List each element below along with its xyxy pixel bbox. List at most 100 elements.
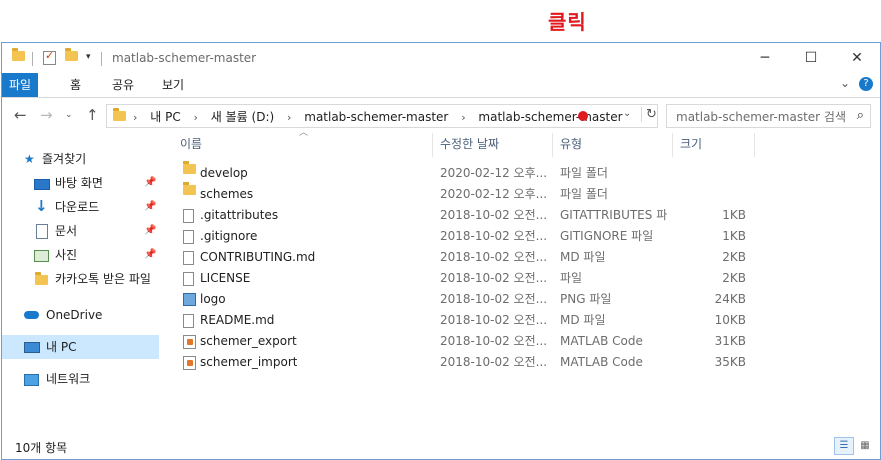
maximize-button[interactable]: ☐ [788, 43, 834, 73]
sidebar-item-label: 문서 [55, 224, 78, 238]
tab-view[interactable]: 보기 [152, 73, 194, 97]
file-date: 2018-10-02 오전... [440, 334, 548, 348]
sidebar-item-pictures[interactable]: 사진 📌 [2, 243, 159, 267]
sidebar-item-desktop[interactable]: 바탕 화면 📌 [2, 171, 159, 195]
star-icon: ★ [24, 152, 35, 166]
file-size: 24KB [714, 292, 746, 306]
pictures-icon [34, 250, 49, 262]
file-icon [183, 314, 194, 328]
search-icon[interactable]: ⌕ [857, 108, 864, 123]
breadcrumb-chevron-icon[interactable]: › [194, 111, 198, 124]
table-row[interactable]: schemer_export 2018-10-02 오전... MATLAB C… [162, 331, 880, 352]
ribbon-expand-icon[interactable]: ⌄ [840, 76, 850, 90]
large-icons-view-icon[interactable]: ▦ [855, 437, 875, 455]
file-name: schemes [200, 187, 254, 201]
file-name: .gitattributes [200, 208, 279, 222]
sidebar-item-quick-access[interactable]: ★ 즐겨찾기 [2, 147, 159, 171]
breadcrumb-folder-1[interactable]: matlab-schemer-master [304, 110, 448, 124]
table-row[interactable]: LICENSE 2018-10-02 오전... 파일 2KB [162, 268, 880, 289]
help-icon[interactable]: ? [859, 77, 873, 91]
matlab-file-icon [183, 335, 196, 349]
pin-icon[interactable]: 📌 [144, 195, 156, 219]
file-name: .gitignore [200, 229, 258, 243]
refresh-icon[interactable]: ↻ [641, 107, 657, 122]
tab-share[interactable]: 공유 [102, 73, 144, 97]
cloud-icon [24, 311, 39, 319]
file-type: MATLAB Code [560, 355, 643, 369]
minimize-button[interactable]: ─ [742, 43, 788, 73]
address-bar[interactable]: › 내 PC › 새 볼륨 (D:) › matlab-schemer-mast… [106, 104, 658, 128]
file-date: 2018-10-02 오전... [440, 271, 548, 285]
title-bar: ▾ matlab-schemer-master ─ ☐ ✕ [2, 43, 880, 73]
file-name: develop [200, 166, 248, 180]
column-header-name[interactable]: 이름 [180, 131, 202, 157]
breadcrumb-chevron-icon[interactable]: › [287, 111, 291, 124]
sidebar-item-onedrive[interactable]: OneDrive [2, 303, 159, 327]
breadcrumb-this-pc[interactable]: 내 PC [150, 108, 180, 125]
file-size: 1KB [722, 229, 746, 243]
file-type: GITATTRIBUTES 파 [560, 208, 668, 222]
click-marker-dot [578, 111, 588, 121]
close-button[interactable]: ✕ [834, 43, 880, 73]
sidebar-item-label: 카카오톡 받은 파일 [55, 272, 151, 286]
column-divider[interactable] [552, 133, 553, 157]
search-box[interactable]: matlab-schemer-master 검색 ⌕ [666, 104, 871, 128]
table-row[interactable]: schemes 2020-02-12 오후... 파일 폴더 [162, 182, 880, 205]
details-view-icon[interactable]: ☰ [834, 437, 854, 455]
forward-arrow-icon[interactable]: → [40, 106, 53, 124]
table-row[interactable]: .gitattributes 2018-10-02 오전... GITATTRI… [162, 205, 880, 226]
sidebar-item-label: 사진 [55, 248, 78, 262]
window-folder-icon [12, 48, 25, 61]
quick-access-dropdown-icon[interactable]: ▾ [86, 52, 91, 62]
column-header-type[interactable]: 유형 [560, 131, 582, 157]
address-dropdown-icon[interactable]: ⌄ [623, 108, 631, 119]
recent-dropdown-icon[interactable]: ⌄ [65, 110, 73, 120]
ribbon-divider [2, 97, 880, 98]
new-folder-icon[interactable] [65, 48, 78, 61]
column-divider[interactable] [432, 133, 433, 157]
sidebar-item-documents[interactable]: 문서 📌 [2, 219, 159, 243]
sidebar-item-network[interactable]: 네트워크 [2, 367, 159, 391]
column-header-date[interactable]: 수정한 날짜 [440, 131, 499, 157]
quick-access-separator [32, 52, 33, 66]
file-date: 2020-02-12 오후... [440, 166, 548, 180]
pin-icon[interactable]: 📌 [144, 219, 156, 243]
file-name: CONTRIBUTING.md [200, 250, 316, 264]
pin-icon[interactable]: 📌 [144, 243, 156, 267]
up-arrow-icon[interactable]: ↑ [86, 106, 99, 124]
file-icon [183, 272, 194, 286]
sidebar-item-downloads[interactable]: ↓ 다운로드 📌 [2, 195, 159, 219]
table-row[interactable]: schemer_import 2018-10-02 오전... MATLAB C… [162, 352, 880, 373]
tab-file[interactable]: 파일 [2, 73, 38, 97]
breadcrumb-drive-d[interactable]: 새 볼륨 (D:) [211, 108, 274, 125]
breadcrumb-folder-2[interactable]: matlab-schemer-master [478, 110, 622, 124]
breadcrumb-chevron-icon[interactable]: › [461, 111, 465, 124]
ribbon-tabs: 파일 홈 공유 보기 ⌄ ? [2, 73, 880, 97]
column-header-size[interactable]: 크기 [680, 131, 702, 157]
file-type: MATLAB Code [560, 334, 643, 348]
column-divider[interactable] [672, 133, 673, 157]
folder-icon [183, 182, 196, 195]
back-arrow-icon[interactable]: ← [14, 106, 27, 124]
sidebar-item-label: 즐겨찾기 [42, 152, 87, 166]
file-name: schemer_import [200, 355, 298, 369]
file-type: 파일 [560, 271, 583, 285]
table-row[interactable]: .gitignore 2018-10-02 오전... GITIGNORE 파일… [162, 226, 880, 247]
sidebar-item-label: 네트워크 [46, 372, 91, 386]
file-icon [183, 251, 194, 265]
table-row[interactable]: logo 2018-10-02 오전... PNG 파일 24KB [162, 289, 880, 310]
sidebar-item-kakaotalk[interactable]: 카카오톡 받은 파일 [2, 267, 159, 291]
tab-home[interactable]: 홈 [60, 73, 91, 97]
sidebar-item-this-pc[interactable]: 내 PC [2, 335, 159, 359]
column-divider[interactable] [754, 133, 755, 157]
file-size: 35KB [714, 355, 746, 369]
breadcrumb-chevron-icon[interactable]: › [133, 111, 137, 124]
matlab-file-icon [183, 356, 196, 370]
table-row[interactable]: README.md 2018-10-02 오전... MD 파일 10KB [162, 310, 880, 331]
file-name: logo [200, 292, 226, 306]
pin-icon[interactable]: 📌 [144, 171, 156, 195]
properties-check-icon[interactable] [43, 49, 56, 65]
table-row[interactable]: develop 2020-02-12 오후... 파일 폴더 [162, 161, 880, 184]
table-row[interactable]: CONTRIBUTING.md 2018-10-02 오전... MD 파일 2… [162, 247, 880, 268]
file-size: 10KB [714, 313, 746, 327]
